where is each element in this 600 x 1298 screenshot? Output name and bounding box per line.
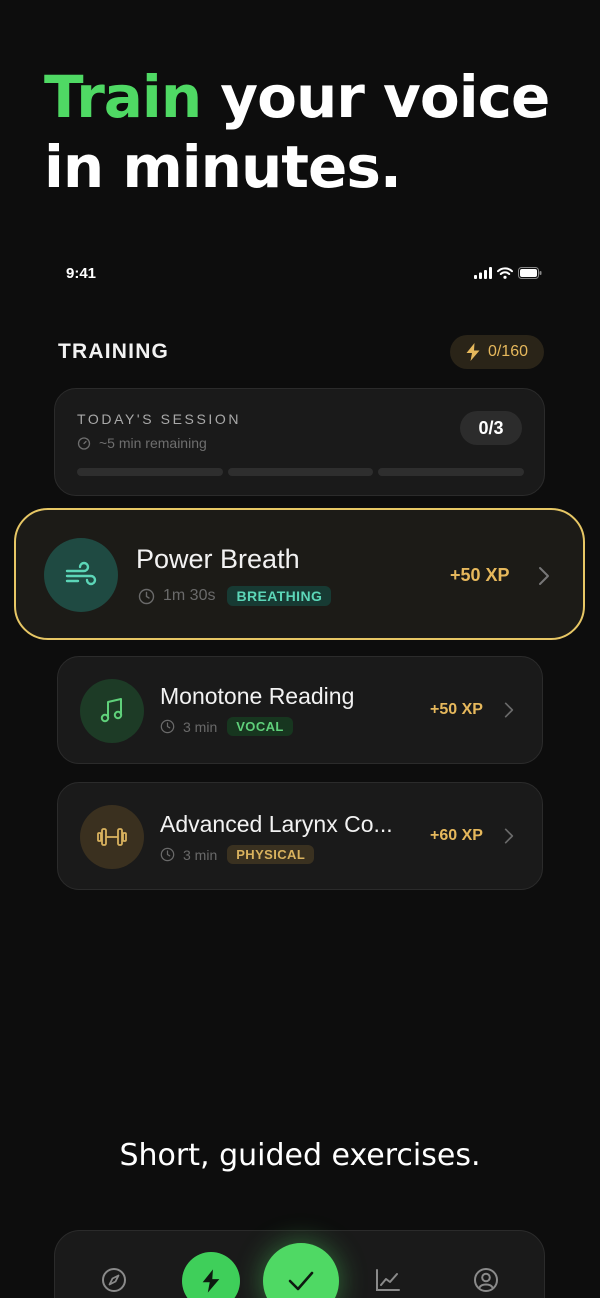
exercise-card-power-breath[interactable]: Power Breath 1m 30s BREATHING +50 XP	[14, 508, 585, 640]
session-label: TODAY'S SESSION	[77, 411, 242, 427]
session-count-badge: 0/3	[460, 411, 522, 445]
exercise-tag-vocal: VOCAL	[227, 717, 293, 736]
section-title: TRAINING	[58, 340, 170, 363]
tab-complete[interactable]	[263, 1243, 339, 1298]
exercise-title: Advanced Larynx Co...	[160, 811, 393, 837]
status-icons	[474, 267, 542, 279]
progress-segment	[378, 468, 525, 476]
exercise-title: Monotone Reading	[160, 683, 355, 709]
music-icon-badge	[80, 679, 144, 743]
exercise-tag-breathing: BREATHING	[227, 586, 332, 606]
hero-headline-part2: in minutes.	[44, 133, 402, 201]
music-note-icon	[100, 698, 123, 723]
chevron-right-icon	[504, 828, 514, 844]
signal-icon	[474, 267, 492, 279]
exercise-meta: 3 min PHYSICAL	[160, 845, 315, 864]
exercise-meta: 1m 30s BREATHING	[138, 586, 332, 606]
hero-headline-part1: your voice	[201, 63, 550, 131]
dumbbell-icon-badge	[80, 805, 144, 869]
tab-bar	[54, 1230, 545, 1298]
exercise-card-monotone-reading[interactable]: Monotone Reading 3 min VOCAL +50 XP	[57, 656, 543, 764]
chevron-right-icon	[504, 702, 514, 718]
exercise-xp: +50 XP	[450, 565, 510, 585]
exercise-card-advanced-larynx[interactable]: Advanced Larynx Co... 3 min PHYSICAL +60…	[57, 782, 543, 890]
hero-headline-accent: Train	[44, 63, 202, 131]
exercise-title: Power Breath	[136, 544, 300, 574]
chart-icon	[376, 1269, 400, 1291]
training-header: TRAINING 0/160	[58, 334, 544, 370]
battery-icon	[518, 267, 542, 279]
chevron-right-icon	[539, 567, 549, 585]
caption: Short, guided exercises.	[119, 1138, 481, 1173]
exercise-duration: 1m 30s	[163, 587, 216, 604]
profile-icon	[474, 1268, 498, 1292]
hero-headline: Train your voice in minutes.	[44, 62, 584, 202]
session-remaining-text: ~5 min remaining	[99, 435, 207, 451]
tab-training[interactable]	[182, 1252, 240, 1298]
wind-icon	[65, 561, 97, 586]
progress-segment	[227, 468, 374, 476]
tab-profile[interactable]	[469, 1263, 503, 1297]
status-bar: 9:41	[66, 262, 542, 284]
lightning-icon	[466, 343, 480, 361]
status-time: 9:41	[66, 264, 97, 282]
exercise-meta: 3 min VOCAL	[160, 717, 293, 736]
session-progress-bar	[77, 468, 525, 476]
exercise-tag-physical: PHYSICAL	[227, 845, 315, 864]
wind-icon-badge	[44, 538, 118, 612]
lightning-icon	[202, 1269, 220, 1293]
xp-total-value: 0/160	[487, 343, 528, 360]
tab-explore[interactable]	[97, 1263, 131, 1297]
clock-icon	[160, 719, 175, 734]
session-remaining: ~5 min remaining	[77, 435, 207, 451]
tab-progress[interactable]	[371, 1263, 405, 1297]
session-card: TODAY'S SESSION ~5 min remaining 0/3	[54, 388, 545, 496]
check-icon	[288, 1271, 314, 1291]
dumbbell-icon	[97, 828, 127, 846]
exercise-xp: +60 XP	[430, 827, 483, 844]
clock-icon	[160, 847, 175, 862]
exercise-duration: 3 min	[183, 846, 218, 863]
exercise-duration: 3 min	[183, 718, 218, 735]
xp-total-badge[interactable]: 0/160	[449, 335, 544, 369]
progress-segment	[77, 468, 223, 476]
exercise-xp: +50 XP	[430, 701, 483, 718]
clock-icon	[138, 588, 155, 604]
timer-icon	[77, 437, 91, 450]
compass-icon	[102, 1268, 126, 1292]
wifi-icon	[497, 267, 513, 279]
